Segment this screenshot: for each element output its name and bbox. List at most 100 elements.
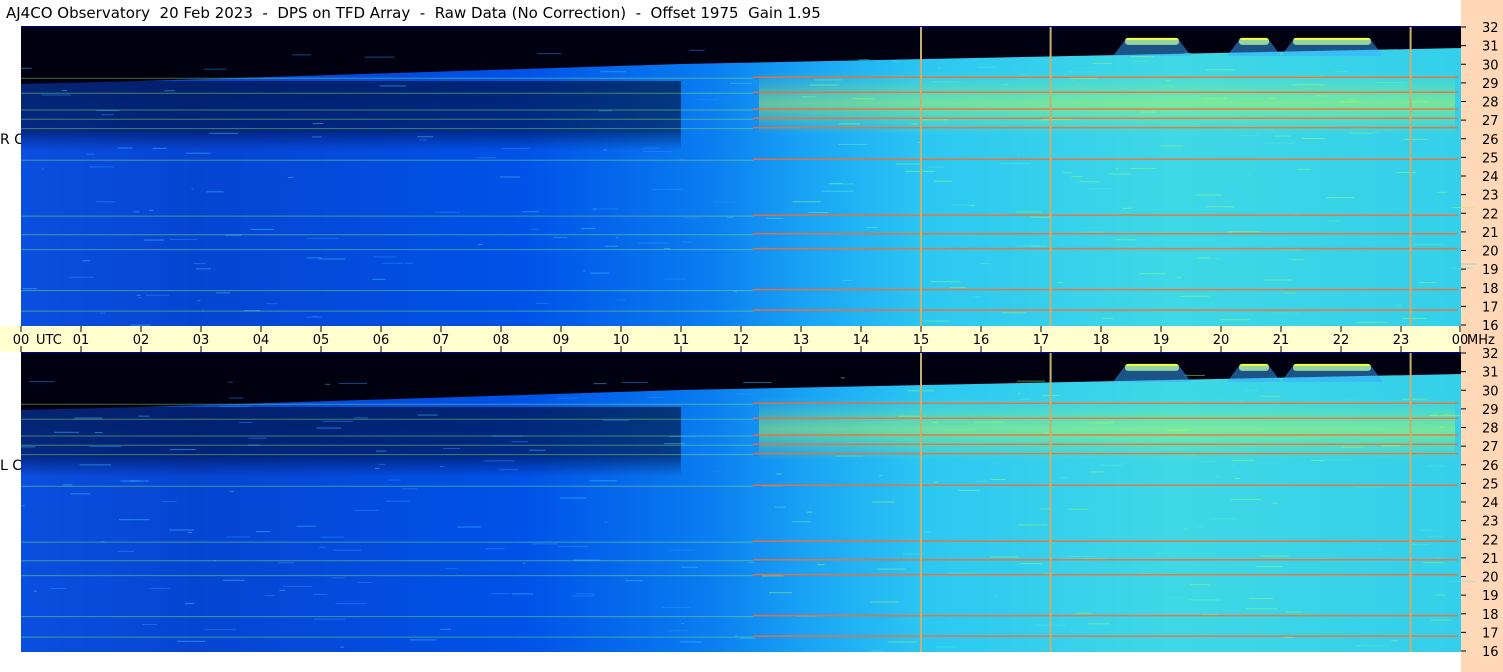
x-tick-label: 07: [433, 333, 450, 348]
noise-speck: [748, 561, 755, 563]
noise-speck: [319, 546, 326, 548]
noise-speck: [651, 188, 683, 190]
noise-speck: [738, 440, 744, 442]
noise-speck: [1326, 197, 1355, 199]
noise-speck: [575, 593, 595, 595]
noise-speck: [417, 136, 434, 138]
y-tick-label: 28: [1482, 422, 1499, 437]
noise-speck: [204, 68, 227, 70]
noise-speck: [1436, 191, 1448, 193]
noise-speck: [142, 624, 158, 626]
x-tick-label: 20: [1213, 333, 1230, 348]
y-tick-label: 30: [1482, 58, 1499, 73]
x-tick-label: 17: [1033, 333, 1050, 348]
y-tick-label: 31: [1482, 40, 1499, 55]
noise-speck: [402, 488, 417, 490]
noise-speck: [1200, 461, 1216, 463]
noise-speck: [647, 396, 663, 398]
noise-speck: [1302, 138, 1325, 140]
x-tick-label: 21: [1273, 333, 1290, 348]
noise-speck: [1418, 282, 1437, 284]
noise-speck: [668, 630, 689, 632]
y-tick-label: 24: [1482, 170, 1499, 185]
noise-speck: [1430, 619, 1452, 621]
noise-speck: [22, 288, 37, 290]
noise-speck: [1088, 188, 1111, 190]
noise-speck: [581, 227, 596, 229]
noise-speck: [600, 71, 627, 73]
noise-speck: [1426, 535, 1443, 537]
noise-speck: [946, 572, 977, 574]
noise-speck: [21, 446, 36, 448]
noise-speck: [1090, 471, 1104, 473]
noise-speck: [226, 536, 251, 538]
noise-speck: [320, 536, 344, 538]
noise-speck: [311, 315, 319, 317]
noise-speck: [435, 211, 461, 213]
y-tick-label: 17: [1482, 300, 1499, 315]
noise-speck: [325, 383, 331, 385]
y-tick-label: 23: [1482, 189, 1499, 204]
noise-speck: [1248, 174, 1251, 176]
noise-speck: [858, 59, 870, 61]
noise-speck: [96, 201, 116, 203]
noise-speck: [313, 593, 328, 595]
noise-speck: [440, 628, 452, 630]
noise-speck: [1160, 145, 1184, 147]
noise-speck: [1401, 317, 1427, 319]
noise-speck: [353, 417, 368, 419]
noise-speck: [1296, 168, 1304, 170]
spectrogram-panel-lcp: [21, 352, 1476, 652]
noise-speck: [117, 550, 135, 552]
y-tick-label: 20: [1482, 245, 1499, 260]
noise-speck: [604, 521, 608, 523]
noise-speck: [643, 147, 661, 149]
noise-speck: [1263, 142, 1295, 144]
y-tick-label: 18: [1482, 608, 1499, 623]
noise-speck: [61, 90, 68, 92]
noise-speck: [177, 640, 206, 642]
noise-speck: [306, 257, 322, 259]
noise-speck: [821, 190, 854, 192]
noise-speck: [193, 263, 206, 265]
noise-speck: [409, 639, 437, 641]
noise-speck: [879, 474, 883, 476]
y-tick-label: 22: [1482, 207, 1499, 222]
noise-speck: [531, 228, 540, 230]
noise-speck: [1165, 596, 1185, 598]
noise-speck: [1391, 640, 1398, 642]
noise-speck: [1179, 295, 1210, 297]
noise-speck: [1428, 465, 1444, 467]
noise-speck: [138, 297, 142, 299]
spectrogram-chart: 00 01 02 03 04 05 06 07 08 09 10 11 12 13 14 15 16 17 18 19…: [13, 21, 1499, 660]
noise-speck: [1192, 600, 1223, 602]
solar-burst-halo: [1281, 365, 1383, 382]
noise-speck: [1231, 464, 1234, 466]
noise-speck: [1099, 464, 1124, 466]
noise-speck: [28, 381, 55, 383]
noise-speck: [1378, 549, 1381, 551]
noise-speck: [528, 449, 546, 451]
noise-speck: [589, 272, 610, 274]
noise-speck: [1413, 243, 1446, 245]
noise-speck: [681, 566, 698, 568]
noise-speck: [354, 509, 379, 511]
noise-speck: [1122, 207, 1132, 209]
x-tick-label: 00: [1452, 333, 1469, 348]
noise-speck: [776, 473, 782, 475]
noise-speck: [689, 49, 705, 51]
noise-speck: [21, 505, 25, 507]
noise-speck: [734, 635, 738, 637]
noise-speck: [892, 60, 901, 62]
noise-speck: [187, 532, 192, 534]
noise-speck: [63, 484, 73, 486]
x-tick-label: 02: [133, 333, 150, 348]
noise-speck: [738, 315, 744, 317]
noise-speck: [283, 585, 313, 587]
noise-speck: [1452, 206, 1475, 208]
noise-speck: [1238, 135, 1258, 137]
noise-speck: [1019, 563, 1043, 565]
noise-speck: [1184, 374, 1205, 376]
noise-speck: [1155, 552, 1176, 554]
noise-speck: [483, 460, 515, 462]
